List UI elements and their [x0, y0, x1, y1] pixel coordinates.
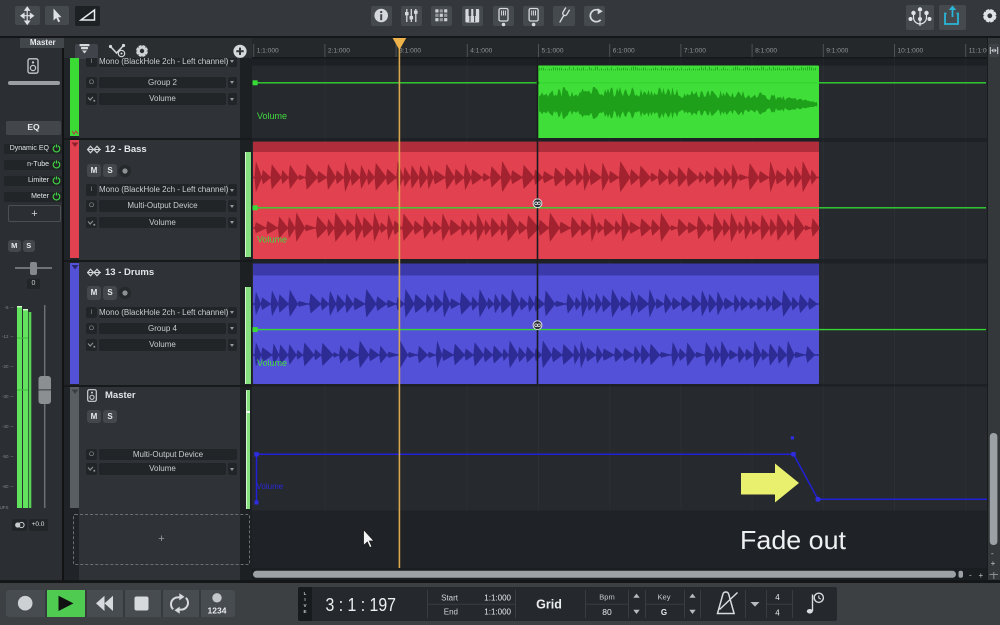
svg-text:7:1:000: 7:1:000 [684, 48, 706, 55]
svg-text:I: I [304, 597, 305, 602]
svg-text:-: - [969, 571, 972, 580]
svg-text:Volume: Volume [257, 111, 287, 121]
svg-text:8:1:000: 8:1:000 [755, 48, 777, 55]
svg-text:1:1:000: 1:1:000 [257, 48, 279, 55]
svg-text:3 : 1 : 197: 3 : 1 : 197 [326, 594, 397, 615]
svg-text:4: 4 [775, 609, 780, 618]
svg-text:Volume: Volume [257, 235, 287, 245]
svg-text:1:1:000: 1:1:000 [484, 594, 511, 603]
svg-text:Key: Key [658, 593, 671, 602]
svg-text:Bpm: Bpm [599, 593, 614, 602]
svg-text:-: - [991, 549, 994, 558]
svg-text:Fade out: Fade out [740, 525, 847, 555]
svg-text:Start: Start [441, 594, 459, 603]
svg-text:9:1:000: 9:1:000 [826, 48, 848, 55]
svg-text:80: 80 [602, 607, 612, 617]
svg-text:1234: 1234 [208, 606, 227, 616]
svg-text:4:1:000: 4:1:000 [470, 48, 492, 55]
svg-text:Volume: Volume [257, 482, 284, 491]
svg-text:Volume: Volume [257, 358, 287, 368]
svg-text:2:1:000: 2:1:000 [328, 48, 350, 55]
svg-text:6:1:000: 6:1:000 [613, 48, 635, 55]
svg-text:5:1:000: 5:1:000 [542, 48, 564, 55]
svg-text:10:1:000: 10:1:000 [898, 48, 924, 55]
svg-text:+: + [991, 559, 996, 568]
svg-text:3:1:000: 3:1:000 [399, 48, 421, 55]
svg-text:E: E [303, 609, 306, 614]
svg-text:Grid: Grid [536, 598, 562, 612]
svg-text:End: End [444, 608, 458, 617]
svg-text:V: V [303, 603, 307, 608]
svg-text:L: L [304, 591, 307, 596]
svg-text:1:1:000: 1:1:000 [484, 608, 511, 617]
svg-text:G: G [661, 608, 667, 617]
svg-text:+: + [979, 571, 984, 580]
svg-text:4: 4 [775, 593, 780, 602]
